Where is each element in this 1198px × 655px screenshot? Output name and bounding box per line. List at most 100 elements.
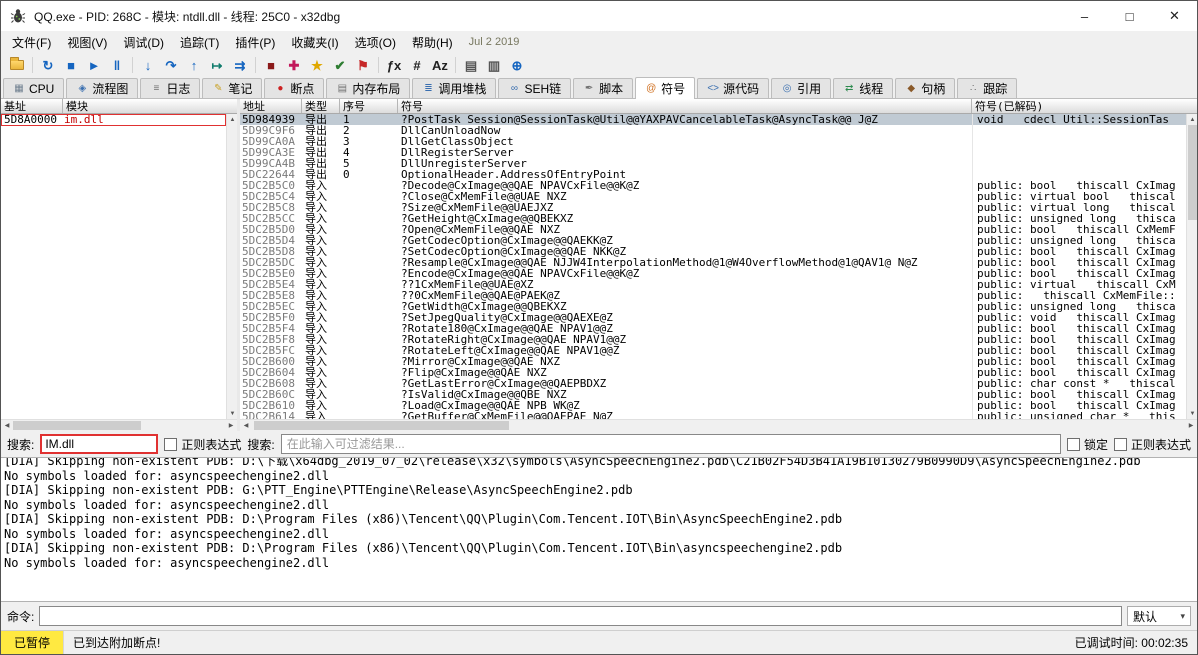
tab-threads[interactable]: ⇄线程 [833,78,893,98]
scroll-up-icon[interactable]: ▲ [1187,114,1197,125]
tab-notes[interactable]: ✎笔记 [202,78,262,98]
command-profile-select[interactable]: 默认 ▾ [1127,606,1191,626]
column-header-base[interactable]: 基址 [1,99,63,113]
column-header-decorated[interactable]: 符号(已解码) [972,99,1197,113]
tab-graph[interactable]: ◈流程图 [66,78,138,98]
tab-symbols[interactable]: @符号 [635,77,695,99]
animate-into-icon[interactable]: ⇉ [229,55,251,75]
step-over-icon[interactable]: ↷ [160,55,182,75]
tab-trace[interactable]: ∴跟踪 [957,78,1017,98]
scroll-left-icon[interactable]: ◀ [1,420,13,432]
symbol-row[interactable]: 5DC2B5FC导入?RotateLeft@CxImage@@QAE_NPAV1… [240,345,1186,356]
tab-breakpoints[interactable]: ●断点 [264,78,324,98]
menu-file[interactable]: 文件(F) [4,31,59,53]
symbol-row[interactable]: 5DC2B5F4导入?Rotate180@CxImage@@QAE_NPAV1@… [240,323,1186,334]
symbol-row[interactable]: 5DC22644导出0OptionalHeader.AddressOfEntry… [240,169,1186,180]
symbol-row[interactable]: 5DC2B5C8导入?Size@CxMemFile@@UAEJXZpublic:… [240,202,1186,213]
tab-memory-map[interactable]: ▤内存布局 [326,78,410,98]
regex-modules-checkbox[interactable]: 正则表达式 [164,436,241,453]
modules-hscroll-thumb[interactable] [13,421,141,430]
tab-script[interactable]: ✒脚本 [573,78,633,98]
symbol-row[interactable]: 5DC2B614导入?GetBuffer@CxMemFile@@QAEPAE_N… [240,411,1186,419]
regex-symbols-checkbox[interactable]: 正则表达式 [1114,436,1191,453]
menu-trace[interactable]: 追踪(T) [172,31,227,53]
modules-hscroll-track[interactable] [13,420,225,431]
pause-icon[interactable]: ‖ [106,55,128,75]
scroll-right-icon[interactable]: ▶ [225,420,237,432]
restart-icon[interactable]: ↻ [37,55,59,75]
lock-checkbox[interactable]: 锁定 [1067,436,1108,453]
modules-horizontal-scrollbar[interactable]: ◀ ▶ [1,419,237,431]
symbols-vscroll-thumb[interactable] [1188,125,1197,220]
favourites-icon[interactable]: ★ [306,55,328,75]
column-header-ordinal[interactable]: 序号 [340,99,398,113]
memory-map-icon[interactable]: ▤ [460,55,482,75]
stop-icon[interactable]: ■ [60,55,82,75]
symbol-row[interactable]: 5DC2B5D8导入?SetCodecOption@CxImage@@QAE_N… [240,246,1186,257]
symbol-row[interactable]: 5DC2B608导入?GetLastError@CxImage@@QAEPBDX… [240,378,1186,389]
symbol-row[interactable]: 5DC2B5F0导入?SetJpegQuality@CxImage@@QAEXE… [240,312,1186,323]
execute-till-return-icon[interactable]: ↑ [183,55,205,75]
scroll-right-icon[interactable]: ▶ [1185,420,1197,432]
symbol-row[interactable]: 5DC2B5C4导入?Close@CxMemFile@@UAE_NXZpubli… [240,191,1186,202]
symbols-hscroll-track[interactable] [252,420,1185,431]
symbol-row[interactable]: 5DC2B5C0导入?Decode@CxImage@@QAE_NPAVCxFil… [240,180,1186,191]
modules-vscroll-track[interactable] [227,125,237,408]
flag-icon[interactable]: ⚑ [352,55,374,75]
scroll-up-icon[interactable]: ▲ [227,114,237,125]
menu-favourites[interactable]: 收藏夹(I) [283,31,346,53]
column-header-type[interactable]: 类型 [302,99,340,113]
symbol-row[interactable]: 5DC2B5DC导入?Resample@CxImage@@QAE_NJJW4In… [240,257,1186,268]
az-icon[interactable]: Az [429,55,451,75]
symbol-row[interactable]: 5DC2B604导入?Flip@CxImage@@QAE_NXZpublic: … [240,367,1186,378]
tab-log[interactable]: ≡日志 [140,78,200,98]
modules-vertical-scrollbar[interactable]: ▲ ▼ [226,114,237,419]
column-header-address[interactable]: 地址 [240,99,302,113]
scroll-left-icon[interactable]: ◀ [240,420,252,432]
symbol-row[interactable]: 5DC2B5CC导入?GetHeight@CxImage@@QBEKXZpubl… [240,213,1186,224]
breakpoints-icon[interactable]: ■ [260,55,282,75]
hash-icon[interactable]: # [406,55,428,75]
symbol-filter-input[interactable] [281,434,1061,454]
tab-seh[interactable]: ∞SEH链 [498,78,571,98]
tab-handles[interactable]: ◆句柄 [895,78,955,98]
run-icon[interactable]: ► [83,55,105,75]
symbol-row[interactable]: 5DC2B5EC导入?GetWidth@CxImage@@QBEKXZpubli… [240,301,1186,312]
tab-source[interactable]: <>源代码 [697,78,769,98]
symbol-row[interactable]: 5D99CA0A导出3DllGetClassObject [240,136,1186,147]
tab-call-stack[interactable]: ≣调用堆栈 [412,78,496,98]
symbol-row[interactable]: 5DC2B600导入?Mirror@CxImage@@QAE_NXZpublic… [240,356,1186,367]
symbol-row[interactable]: 5D99CA4B导出5DllUnregisterServer [240,158,1186,169]
symbol-row[interactable]: 5DC2B610导入?Load@CxImage@@QAE_NPB_WK@Zpub… [240,400,1186,411]
scroll-down-icon[interactable]: ▼ [227,408,237,419]
symbol-row[interactable]: 5D99CA3E导出4DllRegisterServer [240,147,1186,158]
symbol-row[interactable]: 5D984939导出1?PostTask_Session@SessionTask… [240,114,1186,125]
symbol-row[interactable]: 5DC2B5E4导入??1CxMemFile@@UAE@XZpublic: vi… [240,279,1186,290]
menu-debug[interactable]: 调试(D) [115,31,172,53]
symbols-vertical-scrollbar[interactable]: ▲ ▼ [1186,114,1197,419]
open-file-icon[interactable] [6,55,28,75]
symbol-row[interactable]: 5D99C9F6导出2DllCanUnloadNow [240,125,1186,136]
check-icon[interactable]: ✔ [329,55,351,75]
minimize-button[interactable]: – [1062,1,1107,31]
symbol-row[interactable]: 5DC2B5F8导入?RotateRight@CxImage@@QAE_NPAV… [240,334,1186,345]
symbol-row[interactable]: 5DC2B5E0导入?Encode@CxImage@@QAE_NPAVCxFil… [240,268,1186,279]
module-search-input[interactable] [40,434,158,454]
run-to-user-code-icon[interactable]: ↦ [206,55,228,75]
log-output[interactable]: [DIA] Skipping non-existent PDB: D:\下载\x… [1,457,1197,602]
symbols-hscroll-thumb[interactable] [254,421,509,430]
command-input[interactable] [39,606,1122,626]
symbol-row[interactable]: 5DC2B5D0导入?Open@CxMemFile@@QAE_NXZpublic… [240,224,1186,235]
tab-cpu[interactable]: ▦CPU [3,78,64,98]
symbol-row[interactable]: 5DC2B60C导入?IsValid@CxImage@@QBE_NXZpubli… [240,389,1186,400]
close-button[interactable]: ✕ [1152,1,1197,31]
stack-icon[interactable]: ▥ [483,55,505,75]
column-header-symbol[interactable]: 符号 [398,99,972,113]
menu-options[interactable]: 选项(O) [347,31,404,53]
menu-plugins[interactable]: 插件(P) [227,31,283,53]
menu-view[interactable]: 视图(V) [59,31,115,53]
menu-help[interactable]: 帮助(H) [404,31,461,53]
patch-icon[interactable]: ✚ [283,55,305,75]
symbols-horizontal-scrollbar[interactable]: ◀ ▶ [240,419,1197,431]
globe-icon[interactable]: ⊕ [506,55,528,75]
